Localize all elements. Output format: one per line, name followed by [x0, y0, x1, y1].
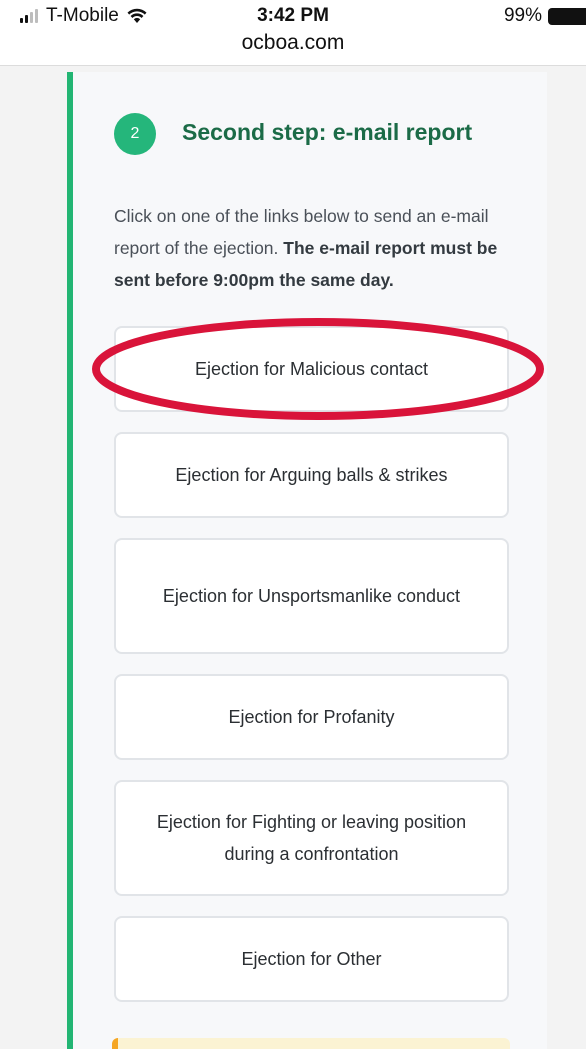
- status-bar: T-Mobile 3:42 PM ocboa.com 99%: [0, 0, 586, 66]
- address-bar-url[interactable]: ocboa.com: [0, 31, 586, 55]
- report-button-fighting[interactable]: Ejection for Fighting or leaving positio…: [114, 780, 509, 896]
- report-button-malicious-contact[interactable]: Ejection for Malicious contact: [114, 326, 509, 412]
- step-instructions: Click on one of the links below to send …: [114, 200, 514, 296]
- report-button-profanity[interactable]: Ejection for Profanity: [114, 674, 509, 760]
- status-time: 3:42 PM: [257, 5, 329, 26]
- step-number-badge: 2: [114, 113, 156, 155]
- battery-percent: 99%: [503, 5, 542, 26]
- report-button-other[interactable]: Ejection for Other: [114, 916, 509, 1002]
- report-button-unsportsmanlike-conduct[interactable]: Ejection for Unsportsmanlike conduct: [114, 538, 509, 654]
- step-title: Second step: e-mail report: [182, 119, 473, 145]
- report-button-arguing-balls-strikes[interactable]: Ejection for Arguing balls & strikes: [114, 432, 509, 518]
- status-right: 99%: [504, 5, 586, 27]
- battery-icon: [548, 7, 586, 25]
- step-accent-bar: [67, 72, 73, 1049]
- notice-box-top: [112, 1038, 510, 1049]
